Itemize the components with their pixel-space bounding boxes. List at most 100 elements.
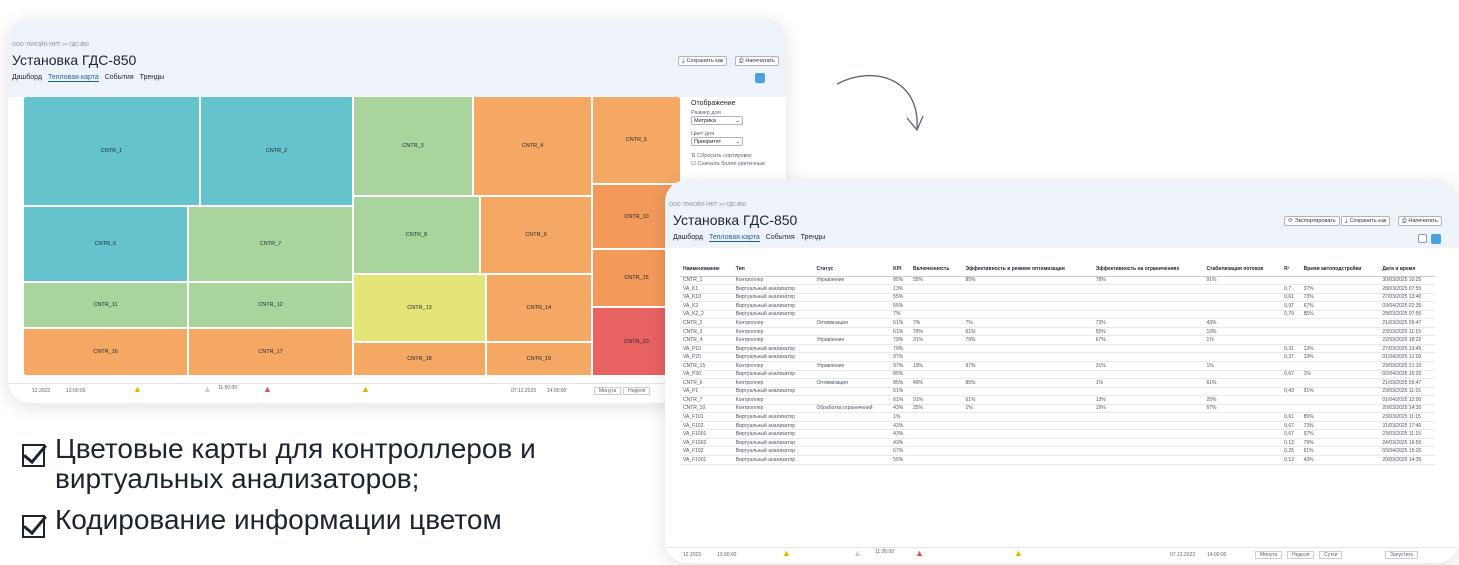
breadcrumb[interactable]: ООО "ЛУКОЙЛ-УНП" >> ГДС-850 bbox=[669, 202, 746, 208]
column-header[interactable]: Тип bbox=[732, 262, 814, 277]
tab-heatmap[interactable]: Тепловая карта bbox=[708, 234, 760, 242]
heatmap-tile[interactable]: CNTR_9 bbox=[480, 196, 592, 274]
table-cell: 31% bbox=[1092, 361, 1204, 371]
table-row[interactable]: VA_F101 Виртуальный анализатор 1% 0,61 85% 23… bbox=[680, 412, 1435, 422]
table-view-icon[interactable] bbox=[1418, 234, 1427, 243]
minute-button[interactable]: Минута bbox=[1255, 551, 1283, 559]
heatmap-tile[interactable]: CNTR_1 bbox=[23, 96, 200, 206]
timeline-end-date[interactable]: 07.12.2023 bbox=[1170, 552, 1195, 558]
reset-sort-link[interactable]: ⇅ Сбросить сортировку bbox=[691, 153, 765, 159]
column-header[interactable]: KPI bbox=[890, 262, 910, 277]
column-header[interactable]: Время автоподстройки bbox=[1300, 262, 1380, 277]
tab-dashboard[interactable]: Дашборд bbox=[12, 74, 42, 82]
tab-trends[interactable]: Тренды bbox=[801, 234, 826, 242]
heatmap-tile[interactable]: CNTR_8 bbox=[353, 196, 480, 274]
table-cell bbox=[1092, 293, 1204, 303]
heatmap-tile[interactable]: CNTR_4 bbox=[473, 96, 592, 196]
heatmap-tile[interactable]: CNTR_2 bbox=[200, 96, 353, 206]
table-row[interactable]: VA_P10 Виртуальный анализатор 79% 0,31 13% 27… bbox=[680, 344, 1435, 354]
table-cell: 61% bbox=[962, 395, 1093, 405]
timeline-start-time[interactable]: 13:00:00 bbox=[717, 552, 736, 558]
alert-icon: ▲ bbox=[263, 384, 272, 394]
heatmap-tile[interactable]: CNTR_6 bbox=[23, 206, 188, 282]
column-header[interactable]: Эффективность в режиме оптимизации bbox=[962, 262, 1093, 277]
timeline-start[interactable]: 12.2023 bbox=[683, 552, 701, 558]
column-header[interactable]: Наименование bbox=[680, 262, 733, 277]
table-cell: 23/03/2025 11:15 bbox=[1379, 387, 1435, 397]
week-button[interactable]: Неделя bbox=[1287, 551, 1315, 559]
tab-dashboard[interactable]: Дашборд bbox=[673, 234, 703, 242]
table-row[interactable]: CNTR_7 Контроллер 61% 91% 61% 13% 25% 01/04/202… bbox=[680, 395, 1435, 405]
save-button[interactable]: ⤓ Сохранить как bbox=[678, 56, 728, 66]
table-row[interactable]: VA_F1001 Виртуальный анализатор 55% 0,13 43%… bbox=[680, 455, 1435, 465]
table-cell bbox=[1203, 310, 1282, 320]
table-row[interactable]: VA_F102 Виртуальный анализатор 67% 0,25 61% 0… bbox=[680, 446, 1435, 456]
table-cell: 03/04/2025 22:35 bbox=[1379, 301, 1435, 311]
run-button[interactable]: Запустить bbox=[1385, 551, 1419, 559]
table-row[interactable]: CNTR_10 Контроллер Обработка ограничений 43… bbox=[680, 404, 1435, 414]
heatmap-tile[interactable]: CNTR_13 bbox=[353, 274, 486, 342]
table-row[interactable]: VA_P20 Виртуальный анализатор 97% 0,37 19% 01… bbox=[680, 352, 1435, 362]
table-row[interactable]: CNTR_3 Контроллер 61% 79% 61% 55% 19% 23/03/202… bbox=[680, 327, 1435, 337]
tab-heatmap[interactable]: Тепловая карта bbox=[47, 74, 99, 82]
heatmap-tile[interactable]: CNTR_18 bbox=[353, 342, 486, 376]
tab-events[interactable]: События bbox=[105, 74, 134, 82]
column-header[interactable]: R² bbox=[1281, 262, 1301, 277]
color-select[interactable]: Приоритет ⌄ bbox=[691, 137, 743, 146]
export-button[interactable]: ⟳ Экспортировать bbox=[1284, 216, 1340, 226]
heatmap-tile[interactable]: CNTR_19 bbox=[486, 342, 592, 376]
table-row[interactable]: VA_K2 Виртуальный анализатор 55% 0,97 67% 03/… bbox=[680, 301, 1435, 311]
table-row[interactable]: VA_K2_2 Виртуальный анализатор 7% 0,79 85% 28… bbox=[680, 310, 1435, 320]
tab-events[interactable]: События bbox=[766, 234, 795, 242]
print-button[interactable]: ⎙ Напечатать bbox=[1398, 216, 1442, 226]
heatmap-tile[interactable]: CNTR_16 bbox=[23, 328, 188, 376]
size-select[interactable]: Метрика ⌄ bbox=[691, 116, 743, 125]
print-button[interactable]: ⎙ Напечатать bbox=[735, 56, 779, 66]
table-cell bbox=[962, 446, 1093, 456]
grid-view-icon[interactable] bbox=[1431, 234, 1441, 244]
day-button[interactable]: Сутки bbox=[1319, 551, 1343, 559]
table-row[interactable]: VA_F1001 Виртуальный анализатор 43% 0,67 97%… bbox=[680, 429, 1435, 439]
table-row[interactable]: VA_K10 Виртуальный анализатор 55% 0,61 73% 27… bbox=[680, 293, 1435, 303]
column-header[interactable]: Статус bbox=[813, 262, 891, 277]
timeline-end-time[interactable]: 14:00:00 bbox=[547, 388, 566, 394]
heatmap-tile[interactable]: CNTR_5 bbox=[592, 96, 681, 184]
minute-button[interactable]: Минута bbox=[594, 387, 622, 395]
column-header[interactable]: Включенность bbox=[909, 262, 963, 277]
table-row[interactable]: CNTR_1 Контроллер Управление 85% 55% 85% 79% 91… bbox=[680, 276, 1435, 286]
column-header[interactable]: Стабилизация потоков bbox=[1203, 262, 1282, 277]
table-row[interactable]: CNTR_4 Контроллер Управление 79% 31% 79% 67% 1%… bbox=[680, 335, 1435, 345]
table-row[interactable]: CNTR_2 Контроллер Оптимизация 61% 7% 7% 73% 43%… bbox=[680, 318, 1435, 328]
timeline-start-time[interactable]: 13:00:00 bbox=[66, 388, 85, 394]
table-row[interactable]: VA_K1 Виртуальный анализатор 13% 0,7 37% 28/0… bbox=[680, 284, 1435, 294]
save-button[interactable]: ⤓ Сохранить как bbox=[1341, 216, 1391, 226]
table-row[interactable]: CNTR_6 Контроллер Оптимизация 85% 49% 85% 1% 61… bbox=[680, 378, 1435, 388]
critical-first-checkbox[interactable]: ☑ Сначала более критичные bbox=[691, 161, 765, 167]
table-cell: 79% bbox=[890, 344, 910, 354]
heatmap-tile[interactable]: CNTR_7 bbox=[188, 206, 353, 282]
heatmap-tile[interactable]: CNTR_3 bbox=[353, 96, 473, 196]
heatmap-tile[interactable]: CNTR_12 bbox=[188, 282, 353, 328]
column-header[interactable]: Эффективность на ограничениях bbox=[1092, 262, 1204, 277]
table-row[interactable]: VA_P1 Виртуальный анализатор 61% 0,43 91% 23/… bbox=[680, 387, 1435, 397]
timeline-end-time[interactable]: 14:00:00 bbox=[1207, 552, 1226, 558]
table-row[interactable]: VA_F1002 Виртуальный анализатор 43% 0,13 79%… bbox=[680, 438, 1435, 448]
table-row[interactable]: VA_P30 Виртуальный анализатор 85% 0,67 1% 02/… bbox=[680, 370, 1435, 380]
table-row[interactable]: CNTR_15 Контроллер Управление 97% 19% 97% 31% 1… bbox=[680, 361, 1435, 371]
table-cell: 01/04/2025 12:00 bbox=[1379, 395, 1435, 405]
heatmap-tile[interactable]: CNTR_11 bbox=[23, 282, 188, 328]
breadcrumb[interactable]: ООО "ЛУКОЙЛ-УНП" >> ГДС-850 bbox=[12, 42, 89, 48]
table-cell: 0,97 bbox=[1281, 301, 1301, 311]
heatmap-tile[interactable]: CNTR_14 bbox=[486, 274, 592, 342]
table-row[interactable]: VA_F102 Виртуальный анализатор 43% 0,67 73% 3… bbox=[680, 421, 1435, 431]
table-cell: 79% bbox=[962, 335, 1093, 345]
tab-trends[interactable]: Тренды bbox=[140, 74, 165, 82]
table-cell bbox=[1092, 344, 1204, 354]
table-cell bbox=[909, 412, 963, 422]
heatmap-tile[interactable]: CNTR_17 bbox=[188, 328, 353, 376]
timeline-start[interactable]: 12.2023 bbox=[32, 388, 50, 394]
grid-view-icon[interactable] bbox=[755, 73, 765, 83]
week-button[interactable]: Неделя bbox=[623, 387, 651, 395]
column-header[interactable]: Дата и время bbox=[1379, 262, 1435, 277]
timeline-end-date[interactable]: 07.12.2023 bbox=[511, 388, 536, 394]
